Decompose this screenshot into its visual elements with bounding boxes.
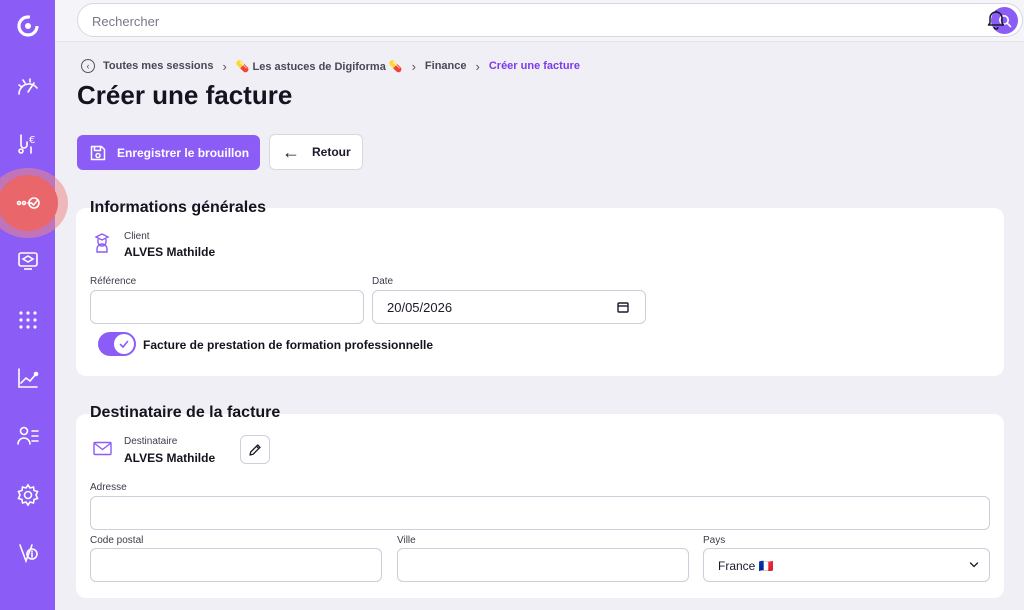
chevron-down-icon xyxy=(969,562,979,568)
country-select[interactable]: France 🇫🇷 xyxy=(703,548,990,582)
chevron-right-icon: › xyxy=(222,58,227,74)
sidebar: € xyxy=(0,0,68,610)
postal-code-input[interactable] xyxy=(90,548,382,582)
pencil-icon xyxy=(249,443,261,456)
chevron-right-icon: › xyxy=(475,58,480,74)
country-value: France 🇫🇷 xyxy=(718,559,774,573)
edit-recipient-button[interactable] xyxy=(240,435,270,464)
svg-text:€: € xyxy=(29,135,35,146)
search-input[interactable]: Rechercher xyxy=(77,3,1023,37)
city-label: Ville xyxy=(397,535,416,546)
breadcrumb-current: Créer une facture xyxy=(488,60,580,72)
address-label: Adresse xyxy=(90,482,127,493)
arrow-left-icon: ← xyxy=(282,142,300,162)
back-circle-icon[interactable]: ‹ xyxy=(81,59,95,73)
users-icon[interactable] xyxy=(0,416,55,456)
date-label: Date xyxy=(372,276,394,287)
recipient-label: Destinataire xyxy=(124,436,178,447)
date-input[interactable]: 20/05/2026 xyxy=(372,290,646,324)
calendar-icon[interactable] xyxy=(617,301,629,313)
breadcrumb-item[interactable]: Finance xyxy=(425,60,467,72)
country-label: Pays xyxy=(703,535,726,546)
sessions-icon[interactable] xyxy=(0,175,58,231)
save-icon xyxy=(90,145,106,160)
check-icon xyxy=(114,334,134,354)
date-value: 20/05/2026 xyxy=(387,300,453,315)
reference-label: Référence xyxy=(90,276,137,287)
logo-icon[interactable] xyxy=(0,6,55,46)
back-button[interactable]: ← Retour xyxy=(269,134,363,170)
breadcrumb-item[interactable]: Toutes mes sessions xyxy=(103,60,213,72)
general-info-title: Informations générales xyxy=(90,199,267,216)
dashboard-icon[interactable] xyxy=(0,67,55,107)
address-input[interactable] xyxy=(90,496,990,530)
save-draft-label: Enregistrer le brouillon xyxy=(117,145,250,160)
chevron-right-icon: › xyxy=(411,58,416,74)
formation-toggle[interactable] xyxy=(98,332,136,356)
help-icon[interactable] xyxy=(0,533,55,573)
mail-icon xyxy=(93,441,112,461)
stats-icon[interactable] xyxy=(0,358,55,398)
breadcrumb-item[interactable]: 💊 Les astuces de Digiforma 💊 xyxy=(236,60,403,73)
client-icon xyxy=(93,231,111,258)
client-value: ALVES Mathilde xyxy=(124,245,216,259)
recipient-value: ALVES Mathilde xyxy=(124,451,216,465)
apps-icon[interactable] xyxy=(0,300,55,340)
client-label: Client xyxy=(124,231,150,242)
postal-code-label: Code postal xyxy=(90,535,144,546)
formation-toggle-label: Facture de prestation de formation profe… xyxy=(143,338,434,352)
settings-icon[interactable] xyxy=(0,475,55,515)
back-label: Retour xyxy=(312,145,351,159)
recipient-title: Destinataire de la facture xyxy=(90,404,281,421)
top-bar: Rechercher xyxy=(55,0,1024,42)
search-placeholder: Rechercher xyxy=(92,14,160,29)
city-input[interactable] xyxy=(397,548,689,582)
page-title: Créer une facture xyxy=(77,80,293,110)
bell-icon[interactable] xyxy=(985,8,1007,30)
finance-icon[interactable]: € xyxy=(0,124,55,164)
breadcrumb: ‹ Toutes mes sessions › 💊 Les astuces de… xyxy=(81,58,580,74)
save-draft-button[interactable]: Enregistrer le brouillon xyxy=(77,135,260,170)
reference-input[interactable] xyxy=(90,290,364,324)
training-icon[interactable] xyxy=(0,241,55,281)
